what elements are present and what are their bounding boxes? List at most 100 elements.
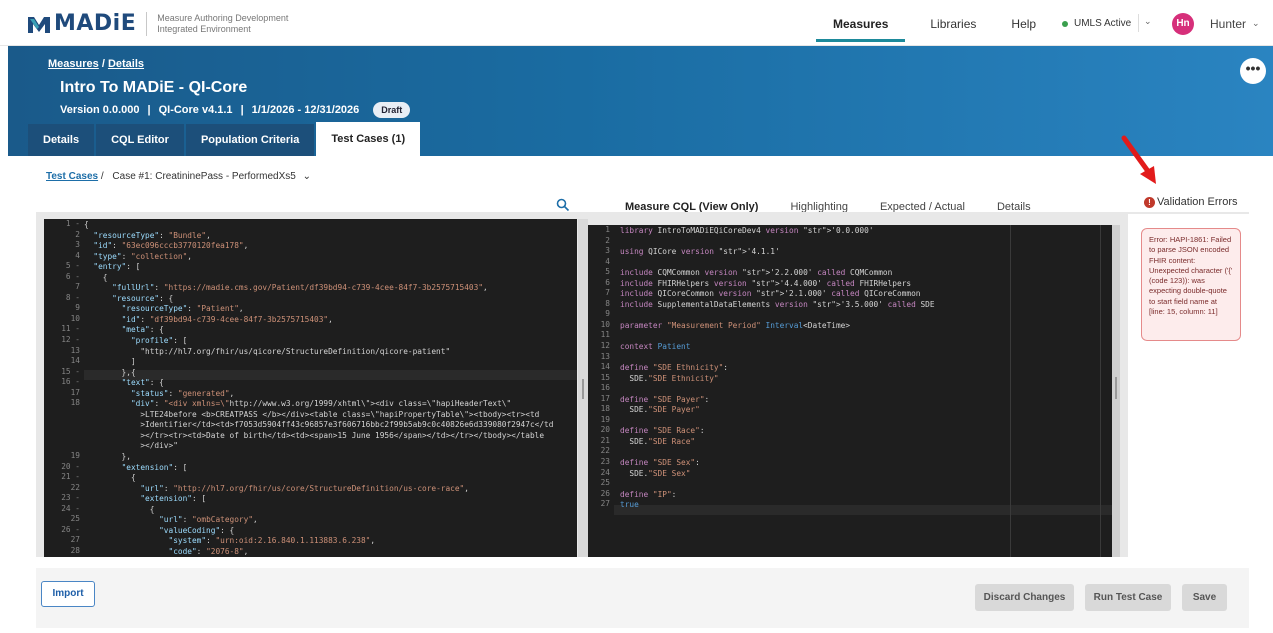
- code-line: "resourceType": "Bundle",: [93, 230, 211, 240]
- line-number: 4: [75, 250, 80, 260]
- line-number: [44, 409, 84, 420]
- measure-header: Measures / Details Intro To MADiE - QI-C…: [8, 46, 1273, 156]
- code-line: SDE."SDE Payer": [620, 405, 700, 415]
- line-number: 21: [600, 435, 610, 445]
- json-gutter: 1 -2345 -6 -78 -9 10 11 -12 -13 14 15 -16 -1…: [44, 219, 84, 557]
- code-line: include FHIRHelpers version "str">'4.4.0…: [620, 278, 912, 288]
- nav-libraries[interactable]: Libraries: [930, 0, 976, 42]
- code-line: "extension": [: [140, 494, 207, 504]
- code-line: >Identifier</td><td>f7053d5904ff43c96857…: [84, 420, 554, 430]
- code-line: define "SDE Payer":: [620, 394, 710, 404]
- code-line: define "SDE Ethnicity":: [620, 363, 728, 373]
- line-number: 9: [605, 309, 610, 319]
- import-button[interactable]: Import: [41, 581, 95, 607]
- line-number: 16: [600, 383, 610, 393]
- umls-status[interactable]: UMLS Active: [1062, 18, 1131, 29]
- line-number: 6 -: [65, 271, 80, 281]
- tab-population-criteria[interactable]: Population Criteria: [185, 124, 315, 156]
- line-number: 3: [605, 246, 610, 256]
- measure-version: Version 0.0.000: [60, 104, 140, 116]
- line-number: 11: [600, 330, 610, 340]
- app-window: MADiE Measure Authoring Development Inte…: [0, 0, 1273, 633]
- code-line: "entry": [: [93, 262, 141, 272]
- line-number: 17: [70, 387, 80, 397]
- cql-gutter: 1 2 3 4 5 6 7 8 9 10 11 12 13 14 15 16 17 18 19 20 21 22 23 24 2…: [588, 225, 614, 557]
- validation-errors-toggle[interactable]: ! Validation Errors: [1144, 196, 1238, 208]
- line-number: 15: [600, 372, 610, 382]
- editor-margin-guide: [1100, 225, 1101, 557]
- code-line: include SupplementalDataElements version…: [620, 299, 935, 309]
- code-line: "resourceType": "Patient",: [121, 304, 244, 314]
- line-number: 14: [70, 356, 80, 366]
- tab-test-cases[interactable]: Test Cases (1): [316, 122, 421, 156]
- chevron-down-icon[interactable]: ⌄: [1144, 16, 1152, 27]
- line-number: 19: [600, 414, 610, 424]
- line-number: 24: [600, 467, 610, 477]
- error-icon: !: [1144, 196, 1155, 208]
- breadcrumb-test-cases[interactable]: Test Cases: [46, 171, 98, 182]
- code-line: {: [84, 272, 108, 282]
- code-line: ></div>": [84, 441, 178, 451]
- test-case-json-editor[interactable]: 1 -2345 -6 -78 -9 10 11 -12 -13 14 15 -16 -1…: [44, 219, 577, 557]
- line-number: 23 -: [61, 493, 80, 503]
- validation-errors-title: Validation Errors: [1157, 196, 1238, 208]
- logo-divider: [146, 11, 148, 36]
- line-number: 10: [600, 319, 610, 329]
- breadcrumb-details[interactable]: Details: [108, 58, 144, 70]
- line-number: 27: [70, 535, 80, 545]
- more-options-button[interactable]: •••: [1240, 58, 1266, 84]
- line-number: [44, 430, 84, 441]
- nav-divider: [1138, 14, 1139, 32]
- discard-changes-button[interactable]: Discard Changes: [975, 584, 1074, 611]
- user-name[interactable]: Hunter: [1210, 17, 1246, 31]
- line-number: 6: [605, 277, 610, 287]
- save-button[interactable]: Save: [1182, 584, 1227, 611]
- code-line: "url": "http://hl7.org/fhir/us/core/Stru…: [140, 483, 469, 493]
- editor-margin-guide: [1010, 225, 1011, 557]
- code-line: "resource": {: [112, 293, 174, 303]
- test-case-breadcrumb: Test Cases / Case #1: CreatininePass - P…: [46, 171, 311, 182]
- user-menu-chevron-icon[interactable]: ⌄: [1252, 18, 1260, 29]
- line-number: 19: [70, 451, 80, 461]
- logo[interactable]: MADiE Measure Authoring Development Inte…: [26, 11, 288, 36]
- code-line: context Patient: [620, 342, 691, 352]
- measure-period: 1/1/2026 - 12/31/2026: [251, 104, 360, 116]
- code-line: define "IP":: [620, 489, 677, 499]
- tab-details[interactable]: Details: [28, 124, 95, 156]
- line-number: 23: [600, 457, 610, 467]
- line-number: 1: [605, 225, 610, 234]
- code-line: using QICore version "str">'4.1.1': [620, 247, 780, 257]
- editor-splitter[interactable]: [578, 219, 588, 557]
- code-line: {: [84, 473, 136, 483]
- line-number: 15 -: [61, 366, 80, 376]
- code-line: "text": {: [121, 378, 164, 388]
- splitter-grip-icon: [582, 379, 584, 399]
- code-line: define "SDE Race":: [620, 426, 705, 436]
- code-line: "profile": [: [130, 336, 188, 346]
- line-number: 2: [605, 235, 610, 245]
- measure-cql-viewer[interactable]: 1 2 3 4 5 6 7 8 9 10 11 12 13 14 15 16 17 18 19 20 21 22 23 24 2…: [588, 225, 1112, 557]
- line-number: 22: [70, 482, 80, 492]
- test-case-selector[interactable]: Case #1: CreatininePass - PerformedXs5: [112, 171, 295, 182]
- validation-splitter[interactable]: [1112, 225, 1120, 557]
- tab-cql-editor[interactable]: CQL Editor: [96, 124, 184, 156]
- umls-status-label: UMLS Active: [1074, 18, 1132, 29]
- annotation-arrow-icon: [1116, 134, 1162, 191]
- run-test-case-button[interactable]: Run Test Case: [1085, 584, 1171, 611]
- line-number: 22: [600, 446, 610, 456]
- nav-help[interactable]: Help: [1011, 0, 1036, 42]
- chevron-down-icon[interactable]: ⌄: [303, 171, 311, 182]
- json-code: { "resourceType": "Bundle", "id": "63ec0…: [84, 220, 553, 557]
- code-line: "status": "generated",: [130, 388, 235, 398]
- code-line: "type": "collection",: [93, 251, 192, 261]
- avatar[interactable]: Hn: [1172, 13, 1194, 35]
- code-line: include QICoreCommon version "str">'2.1.…: [620, 289, 921, 299]
- nav-measures[interactable]: Measures: [816, 0, 906, 42]
- breadcrumb-measures[interactable]: Measures: [48, 58, 99, 70]
- line-number: 18: [600, 404, 610, 414]
